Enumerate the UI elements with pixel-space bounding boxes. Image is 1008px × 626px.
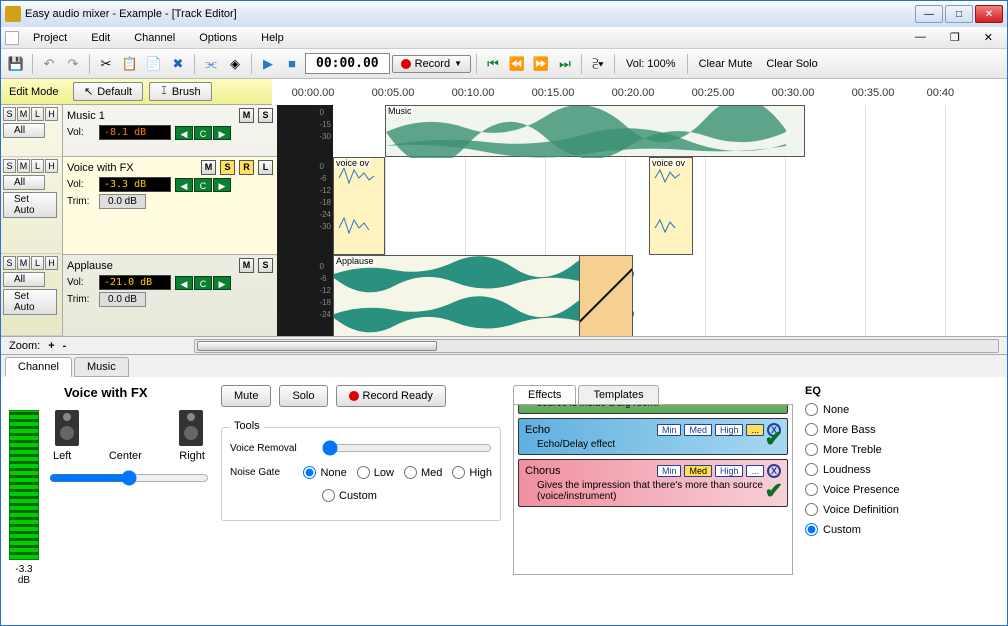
- time-display: 00:00.00: [305, 53, 390, 74]
- clip-voice2[interactable]: voice ov: [649, 157, 693, 255]
- eq-voice-presence[interactable]: [805, 483, 818, 496]
- menu-help[interactable]: Help: [251, 30, 294, 46]
- volume-label[interactable]: Vol: 100%: [620, 58, 682, 70]
- track-header[interactable]: Voice with FXMSRL Vol:-3.3 dB◀C▶ Trim:0.…: [63, 157, 277, 255]
- set-auto-button[interactable]: Set Auto: [3, 289, 57, 315]
- voice-removal-slider[interactable]: [322, 440, 492, 456]
- snap-icon[interactable]: ⫔▾: [587, 53, 609, 75]
- tab-music[interactable]: Music: [74, 357, 129, 377]
- play-icon[interactable]: ▶: [257, 53, 279, 75]
- minimize-button[interactable]: —: [915, 5, 943, 23]
- all-button[interactable]: All: [3, 272, 45, 287]
- track-lane-area[interactable]: Music voice ov voice ov Applause: [333, 105, 1007, 336]
- solo-button[interactable]: S: [258, 108, 273, 123]
- delete-icon[interactable]: ✖: [167, 53, 189, 75]
- record-ready-button[interactable]: Record Ready: [336, 385, 446, 407]
- fx-chorus[interactable]: ChorusMinMedHigh...X Gives the impressio…: [518, 459, 788, 507]
- eq-treble[interactable]: [805, 443, 818, 456]
- h-scrollbar[interactable]: [194, 339, 999, 353]
- menu-project[interactable]: Project: [23, 30, 77, 46]
- eq-none[interactable]: [805, 403, 818, 416]
- clip-applause-fade[interactable]: [579, 255, 633, 336]
- go-start-icon[interactable]: ⏮: [482, 53, 504, 75]
- channel-title: Voice with FX: [64, 385, 209, 400]
- level-meters: 0-15-30 0-6-12-18-24-30 0-6-12-18-24: [277, 105, 333, 336]
- ng-med[interactable]: [404, 466, 417, 479]
- size-s[interactable]: S: [3, 107, 16, 121]
- copy-icon[interactable]: 📋: [119, 53, 141, 75]
- effects-list[interactable]: source is inside a big room. EchoMinMedH…: [513, 405, 793, 575]
- go-end-icon[interactable]: ⏭: [554, 53, 576, 75]
- cut-icon[interactable]: ✂: [95, 53, 117, 75]
- doc-minimize[interactable]: —: [905, 29, 936, 46]
- edit-mode-label: Edit Mode: [1, 86, 71, 98]
- track-header[interactable]: Music 1MS Vol:-8.1 dB◀C▶: [63, 105, 277, 157]
- doc-restore[interactable]: ❐: [940, 29, 970, 46]
- forward-icon[interactable]: ⏩: [530, 53, 552, 75]
- solo-button[interactable]: Solo: [279, 385, 327, 407]
- clear-solo-button[interactable]: Clear Solo: [760, 58, 823, 70]
- mute-button[interactable]: M: [239, 108, 254, 123]
- tool2-icon[interactable]: ◈: [224, 53, 246, 75]
- eq-custom[interactable]: [805, 523, 818, 536]
- check-icon: ✔: [765, 426, 783, 452]
- maximize-button[interactable]: □: [945, 5, 973, 23]
- app-menu-icon[interactable]: [5, 31, 19, 45]
- ng-custom[interactable]: [322, 489, 335, 502]
- brush-tool-button[interactable]: 𝙸 Brush: [149, 82, 212, 101]
- rewind-icon[interactable]: ⏪: [506, 53, 528, 75]
- eq-loudness[interactable]: [805, 463, 818, 476]
- redo-icon[interactable]: ↷: [62, 53, 84, 75]
- vol-display[interactable]: -8.1 dB: [99, 125, 171, 140]
- doc-close[interactable]: ✕: [974, 29, 1003, 46]
- tab-effects[interactable]: Effects: [513, 385, 576, 404]
- channel-meter: [9, 410, 39, 560]
- eq-voice-def[interactable]: [805, 503, 818, 516]
- time-ruler[interactable]: 00:00.00 00:05.00 00:10.00 00:15.00 00:2…: [272, 79, 1007, 105]
- paste-icon[interactable]: 📄: [143, 53, 165, 75]
- record-button[interactable]: Record▼: [392, 55, 471, 73]
- size-m[interactable]: M: [17, 107, 30, 121]
- close-button[interactable]: ✕: [975, 5, 1003, 23]
- db-readout: -3.3 dB: [9, 564, 39, 586]
- default-tool-button[interactable]: ↖ Default: [73, 82, 143, 101]
- pan-slider[interactable]: [49, 470, 209, 486]
- menu-channel[interactable]: Channel: [124, 30, 185, 46]
- fx-close-icon[interactable]: X: [767, 464, 781, 478]
- menu-edit[interactable]: Edit: [81, 30, 120, 46]
- fx-room[interactable]: source is inside a big room.: [518, 405, 788, 414]
- eq-label: EQ: [805, 385, 935, 397]
- menu-options[interactable]: Options: [189, 30, 247, 46]
- ng-high[interactable]: [452, 466, 465, 479]
- size-h[interactable]: H: [45, 107, 58, 121]
- all-button[interactable]: All: [3, 123, 45, 138]
- stop-icon[interactable]: ■: [281, 53, 303, 75]
- tab-templates[interactable]: Templates: [578, 385, 658, 404]
- zoom-in[interactable]: +: [48, 340, 54, 352]
- clip-voice1[interactable]: voice ov: [333, 157, 385, 255]
- ng-low[interactable]: [357, 466, 370, 479]
- size-l[interactable]: L: [31, 107, 44, 121]
- ng-none[interactable]: [303, 466, 316, 479]
- app-icon: [5, 6, 21, 22]
- check-icon: ✔: [765, 478, 783, 504]
- zoom-label: Zoom:: [9, 340, 40, 352]
- track-header[interactable]: ApplauseMS Vol:-21.0 dB◀C▶ Trim:0.0 dB: [63, 255, 277, 337]
- fx-echo[interactable]: EchoMinMedHigh...X Echo/Delay effect ✔: [518, 418, 788, 455]
- save-icon[interactable]: 💾: [5, 53, 27, 75]
- tab-channel[interactable]: Channel: [5, 357, 72, 377]
- window-title: Easy audio mixer - Example - [Track Edit…: [25, 8, 915, 20]
- undo-icon[interactable]: ↶: [38, 53, 60, 75]
- speaker-left-icon: [55, 410, 79, 446]
- zoom-out[interactable]: -: [63, 340, 67, 352]
- tool1-icon[interactable]: ⫘: [200, 53, 222, 75]
- clip-music[interactable]: Music: [385, 105, 805, 157]
- all-button[interactable]: All: [3, 175, 45, 190]
- set-auto-button[interactable]: Set Auto: [3, 192, 57, 218]
- speaker-right-icon: [179, 410, 203, 446]
- clear-mute-button[interactable]: Clear Mute: [693, 58, 759, 70]
- mute-button[interactable]: Mute: [221, 385, 271, 407]
- eq-bass[interactable]: [805, 423, 818, 436]
